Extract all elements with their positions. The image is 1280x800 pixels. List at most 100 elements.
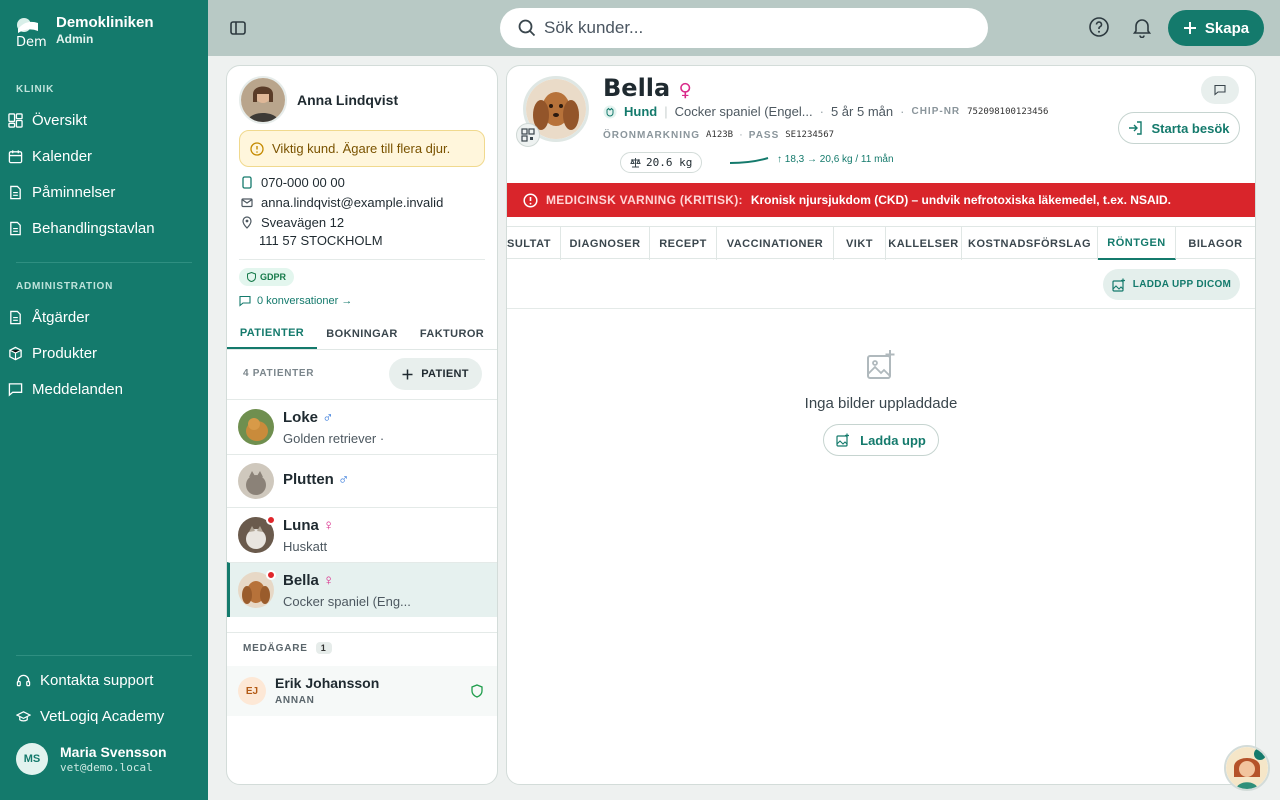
- patient-breed: Cocker spaniel (Eng...: [283, 594, 411, 609]
- patient-ids: ÖRONMARKNING A123B · PASS SE1234567: [603, 129, 834, 141]
- qr-code-button[interactable]: [516, 123, 540, 147]
- alert-text: Kronisk njursjukdom (CKD) – undvik nefro…: [750, 193, 1171, 207]
- weight-chip[interactable]: 20.6 kg: [620, 152, 703, 173]
- nav-item-behandlingstavlan[interactable]: Behandlingstavlan: [8, 213, 200, 243]
- support-label: Kontakta support: [40, 671, 154, 689]
- weight-trend: ↑ 18,3 → 20,6 kg / 11 mån: [729, 154, 894, 165]
- info-icon: [250, 141, 264, 156]
- upload-button[interactable]: Ladda upp: [823, 424, 939, 456]
- patient-breed: Huskatt: [283, 539, 328, 554]
- upload-label: Ladda upp: [860, 432, 926, 448]
- nav-item-support[interactable]: Kontakta support: [16, 665, 208, 695]
- medical-alert-dot: [266, 570, 276, 580]
- tab-kallelser[interactable]: KALLELSER: [886, 227, 962, 260]
- patient-name: Plutten ♂: [283, 471, 349, 488]
- sidebar-toggle-icon[interactable]: [228, 18, 248, 38]
- female-icon: ♀: [323, 572, 335, 589]
- coowner-avatar: EJ: [238, 677, 266, 705]
- user-role: Admin: [56, 32, 94, 46]
- tab-fakturor[interactable]: FAKTUROR: [407, 319, 497, 349]
- nav-item-paminnelser[interactable]: Påminnelser: [8, 177, 200, 207]
- email-text: anna.lindqvist@example.invalid: [261, 195, 444, 210]
- dog-icon: [603, 105, 617, 118]
- upload-dicom-button[interactable]: LADDA UPP DICOM: [1103, 269, 1240, 300]
- nav-label: Kalender: [32, 147, 93, 165]
- phone-icon: [242, 176, 252, 189]
- tab-resultat[interactable]: SULTAT: [507, 227, 561, 260]
- patient-name: Bella: [603, 74, 671, 102]
- tab-rontgen[interactable]: RÖNTGEN: [1098, 227, 1176, 260]
- plus-icon: [402, 369, 413, 379]
- brand[interactable]: Dem Demokliniken Admin: [16, 14, 154, 47]
- nav-item-oversikt[interactable]: Översikt: [8, 105, 200, 135]
- help-icon[interactable]: [1088, 16, 1110, 38]
- tab-vikt[interactable]: VIKT: [834, 227, 886, 260]
- section-admin-label: ADMINISTRATION: [16, 281, 114, 292]
- tab-bilagor[interactable]: BILAGOR: [1176, 227, 1255, 260]
- patient-name-text: Luna: [283, 517, 319, 534]
- dashboard-icon: [8, 112, 23, 128]
- owner-tabs: PATIENTER BOKNINGAR FAKTUROR: [227, 319, 497, 350]
- empty-state-text: Inga bilder uppladdade: [804, 395, 958, 412]
- tab-kostnadsforslag[interactable]: KOSTNADSFÖRSLAG: [962, 227, 1098, 260]
- tab-bokningar[interactable]: BOKNINGAR: [317, 319, 407, 349]
- search-icon: [518, 19, 536, 37]
- female-icon: ♀: [323, 517, 335, 534]
- patient-count: 4 PATIENTER: [243, 368, 315, 379]
- bell-icon[interactable]: [1131, 16, 1153, 38]
- patient-name: Bella ♀: [283, 572, 334, 589]
- chat-icon: [1214, 84, 1226, 96]
- tab-diagnoser[interactable]: DIAGNOSER: [561, 227, 650, 260]
- document-icon: [10, 221, 21, 235]
- vip-note: Viktig kund. Ägare till flera djur.: [239, 130, 485, 167]
- nav-item-meddelanden[interactable]: Meddelanden: [8, 374, 200, 404]
- alert-circle-icon: [523, 192, 538, 208]
- owner-email[interactable]: anna.lindqvist@example.invalid: [241, 195, 443, 210]
- owner-name[interactable]: Anna Lindqvist: [297, 92, 398, 108]
- separator: |: [664, 104, 668, 119]
- start-visit-label: Starta besök: [1151, 120, 1230, 136]
- current-user[interactable]: MS Maria Svensson vet@demo.local: [16, 743, 167, 775]
- tab-recept[interactable]: RECEPT: [650, 227, 717, 260]
- species: Hund: [624, 104, 658, 119]
- nav-item-atgarder[interactable]: Åtgärder: [8, 302, 200, 332]
- assistant-avatar-button[interactable]: [1224, 745, 1270, 791]
- create-button[interactable]: Skapa: [1168, 10, 1264, 46]
- image-plus-icon: [1112, 278, 1125, 292]
- nav-item-academy[interactable]: VetLogiq Academy: [16, 701, 208, 731]
- scale-icon: [630, 158, 641, 168]
- patient-row-luna[interactable]: Luna ♀ Huskatt: [227, 507, 497, 562]
- coowners-count: 1: [315, 642, 332, 654]
- trend-text: ↑ 18,3 → 20,6 kg / 11 mån: [777, 154, 894, 165]
- patient-name-text: Bella: [283, 572, 319, 589]
- tab-vaccinationer[interactable]: VACCINATIONER: [717, 227, 834, 260]
- patient-row-plutten[interactable]: Plutten ♂: [227, 454, 497, 507]
- nav-item-kalender[interactable]: Kalender: [8, 141, 200, 171]
- gdpr-badge[interactable]: GDPR: [239, 268, 295, 286]
- coowner-row[interactable]: EJ Erik Johansson ANNAN: [227, 666, 497, 716]
- separator: ·: [819, 104, 824, 119]
- patient-breed: Golden retriever ·: [283, 431, 385, 446]
- create-label: Skapa: [1204, 19, 1250, 37]
- add-patient-button[interactable]: PATIENT: [389, 358, 482, 390]
- divider: [16, 262, 192, 263]
- coowners-label: MEDÄGARE: [243, 642, 308, 654]
- patient-row-bella[interactable]: Bella ♀ Cocker spaniel (Eng...: [227, 562, 497, 617]
- patient-row-loke[interactable]: Loke ♂ Golden retriever ·: [227, 399, 497, 454]
- message-button[interactable]: [1201, 76, 1239, 104]
- start-visit-button[interactable]: Starta besök: [1118, 112, 1240, 144]
- sidebar: Dem Demokliniken Admin KLINIK Översikt K…: [0, 0, 208, 800]
- owner-phone[interactable]: 070-000 00 00: [241, 175, 345, 190]
- conversations-link[interactable]: 0 konversationer →: [239, 295, 352, 307]
- chip-number: 752098100123456: [967, 106, 1049, 117]
- search-input[interactable]: Sök kunder...: [544, 18, 643, 38]
- tab-patienter[interactable]: PATIENTER: [227, 319, 317, 349]
- upload-dicom-label: LADDA UPP DICOM: [1132, 279, 1232, 290]
- nav-item-produkter[interactable]: Produkter: [8, 338, 200, 368]
- search-bar[interactable]: Sök kunder...: [500, 8, 988, 48]
- patient-avatar: [238, 463, 274, 499]
- breed: Cocker spaniel (Engel...: [674, 104, 813, 119]
- patient-name: Loke ♂: [283, 409, 333, 426]
- document-icon: [10, 185, 21, 199]
- patient-card: Bella ♀ Hund | Cocker spaniel (Engel... …: [506, 65, 1256, 785]
